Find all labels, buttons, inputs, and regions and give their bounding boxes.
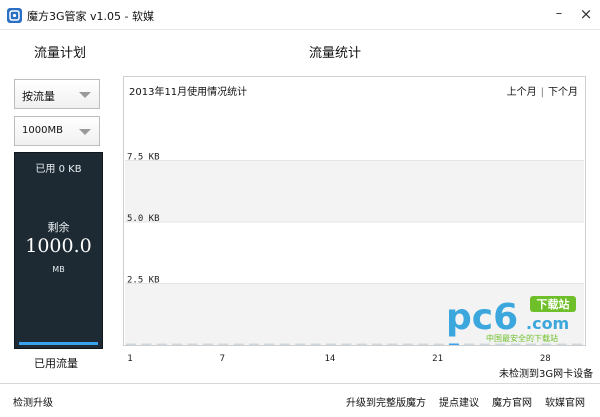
watermark-badge: 下载站 (537, 297, 570, 311)
remaining-value: 1000.0 (25, 235, 92, 257)
plan-amount-select[interactable]: 1000MB (14, 116, 100, 146)
chart-bar (372, 343, 383, 345)
footer-divider (0, 383, 600, 384)
window-title: 魔方3G管家 v1.05 - 软媒 (27, 10, 154, 23)
chart-bar (202, 343, 213, 345)
chart-bar (433, 343, 444, 345)
chart-title: 2013年11月使用情况统计 (129, 87, 248, 98)
suggest-link[interactable]: 提点建议 (439, 394, 479, 409)
chart-bar (387, 343, 398, 345)
watermark-tagline: 中国最安全的下载站 (486, 333, 558, 343)
chevron-down-icon (79, 92, 91, 98)
app-logo-icon (7, 8, 22, 23)
watermark-logo-text: pc6 (446, 297, 518, 338)
remaining-label: 剩余 (47, 221, 70, 234)
chart-bar (264, 343, 275, 345)
chart-bar (156, 343, 167, 345)
used-amount: 已用 0 KB (35, 164, 82, 175)
y-tick-label: 5.0 KB (127, 214, 160, 224)
chart-bar (310, 343, 321, 345)
plan-heading: 流量计划 (34, 46, 87, 61)
chart-bar (295, 343, 306, 345)
chart-bar (141, 343, 152, 345)
check-update-link[interactable]: 检测升级 (13, 394, 53, 409)
plan-mode-value: 按流量 (22, 90, 55, 103)
x-tick-label: 14 (325, 354, 336, 364)
chevron-down-icon (79, 129, 91, 135)
chart-bar (279, 343, 290, 345)
used-traffic-label: 已用流量 (34, 357, 78, 370)
x-axis-labels: 1 7 14 21 28 (127, 354, 551, 364)
chart-bar (341, 343, 352, 345)
chart-bar (249, 343, 260, 345)
close-button[interactable]: × (576, 5, 596, 23)
plan-amount-value: 1000MB (22, 125, 63, 136)
x-tick-label: 21 (432, 354, 443, 364)
stats-heading: 流量统计 (309, 46, 362, 61)
watermark-domain: .com (526, 314, 569, 333)
x-tick-label: 28 (540, 354, 551, 364)
device-status: 未检测到3G网卡设备 (499, 369, 594, 380)
chart-bar (356, 343, 367, 345)
chart-bar (418, 343, 429, 345)
chart-bar (218, 343, 229, 345)
x-tick-label: 7 (220, 354, 225, 364)
prev-month-link[interactable]: 上个月 (507, 87, 537, 98)
official-site-link[interactable]: 魔方官网 (492, 394, 532, 409)
chart-bar (402, 343, 413, 345)
y-tick-label: 2.5 KB (127, 276, 160, 286)
nav-separator: | (540, 87, 544, 98)
y-tick-label: 7.5 KB (127, 153, 160, 163)
usage-panel: 已用 0 KB 剩余 1000.0 MB (14, 152, 103, 349)
plan-mode-select[interactable]: 按流量 (14, 79, 100, 109)
remaining-progress-bar (19, 342, 98, 345)
next-month-link[interactable]: 下个月 (548, 87, 578, 98)
chart-bar (325, 343, 336, 345)
chart-bar (233, 343, 244, 345)
remaining-unit: MB (52, 265, 65, 274)
title-bar: 魔方3G管家 v1.05 - 软媒 – × (0, 0, 600, 30)
chart-bar (187, 343, 198, 345)
ruanmei-site-link[interactable]: 软媒官网 (545, 394, 585, 409)
pc6-watermark-logo: pc6 下载站 .com 中国最安全的下载站 (446, 293, 581, 347)
chart-bar (172, 343, 183, 345)
x-tick-label: 1 (127, 354, 132, 364)
chart-grid-band (125, 160, 584, 222)
chart-bar (126, 343, 136, 345)
upgrade-full-link[interactable]: 升级到完整版魔方 (346, 394, 426, 409)
remaining-progress-fill (19, 342, 98, 345)
month-nav: 上个月 | 下个月 (507, 83, 578, 98)
minimize-button[interactable]: – (549, 5, 569, 23)
